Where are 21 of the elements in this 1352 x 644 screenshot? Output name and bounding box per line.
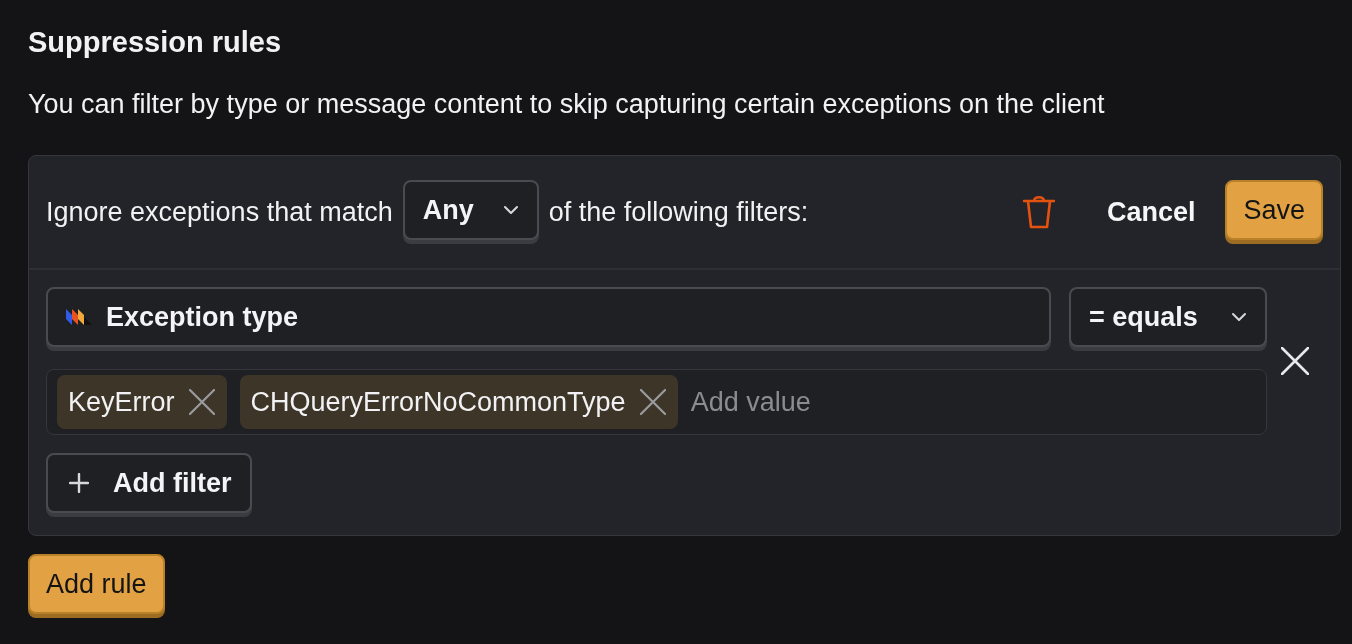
close-icon [188, 389, 215, 415]
section-title: Suppression rules [28, 25, 281, 59]
close-icon [1281, 347, 1309, 375]
values-field[interactable]: KeyError CHQueryErrorNoCommonType Add value [46, 369, 1267, 435]
rule-suffix-text: of the following filters: [548, 196, 809, 228]
remove-value-button[interactable] [188, 389, 215, 415]
close-icon [639, 389, 666, 415]
trash-icon [1022, 195, 1055, 229]
delete-rule-button[interactable] [1022, 195, 1055, 229]
add-value-input[interactable]: Add value [690, 382, 1256, 422]
cancel-button[interactable]: Cancel [1086, 188, 1216, 236]
chevron-down-icon [1231, 312, 1247, 322]
rule-prefix-text: Ignore exceptions that match [46, 196, 393, 228]
remove-filter-button[interactable] [1281, 347, 1309, 375]
striped-logo-icon [66, 309, 92, 325]
section-description: You can filter by type or message content to skip capturing certain exceptions on the client [28, 88, 1105, 121]
plus-icon [69, 473, 89, 493]
chevron-down-icon [502, 205, 519, 215]
remove-value-button[interactable] [639, 389, 666, 415]
value-chip-text: KeyError [68, 386, 175, 418]
value-chip-text: CHQueryErrorNoCommonType [250, 386, 626, 418]
